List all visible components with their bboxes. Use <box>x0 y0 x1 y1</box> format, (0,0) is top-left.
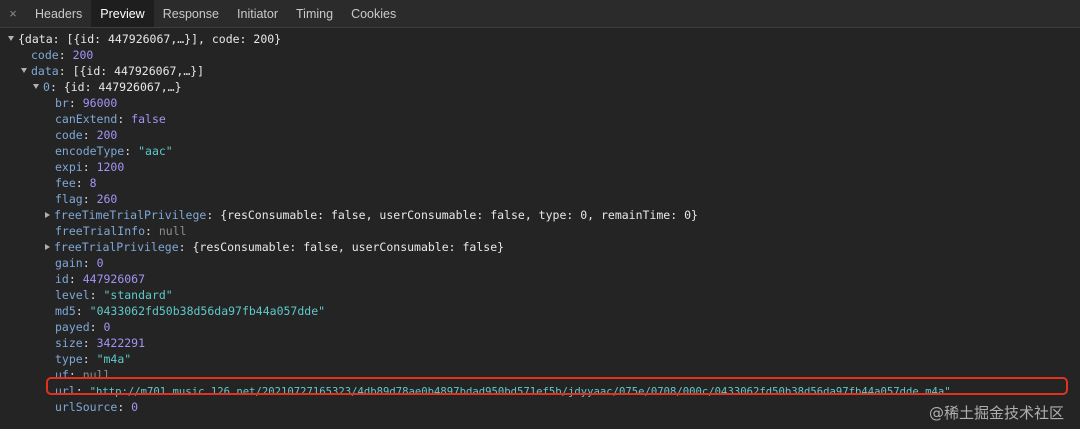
watermark: @稀土掘金技术社区 <box>928 404 1064 422</box>
summary-data: [{id: 447926067,…}] <box>72 64 205 78</box>
tree-row-freeTrialPrivilege[interactable]: freeTrialPrivilege: {resConsumable: fals… <box>0 239 1080 255</box>
tree-row-encodeType: encodeType: "aac" <box>55 144 173 158</box>
tree-row-id: id: 447926067 <box>55 272 146 286</box>
expand-arrow-icon[interactable] <box>8 36 14 41</box>
tree-row-md5: md5: "0433062fd50b38d56da97fb44a057dde" <box>55 304 326 318</box>
json-preview-tree: {data: [{id: 447926067,…}], code: 200} c… <box>0 31 1080 415</box>
tree-row-item-0[interactable]: 0: {id: 447926067,…} <box>0 79 1080 95</box>
tree-row-fee: fee: 8 <box>55 176 97 190</box>
tab-headers[interactable]: Headers <box>26 0 91 27</box>
tab-timing[interactable]: Timing <box>287 0 342 27</box>
root-summary: {data: [{id: 447926067,…}], code: 200} <box>18 32 282 46</box>
tree-row-br: br: 96000 <box>55 96 118 110</box>
tab-response[interactable]: Response <box>154 0 228 27</box>
devtools-tab-bar: × Headers Preview Response Initiator Tim… <box>0 0 1080 28</box>
tree-row-freeTimeTrialPrivilege[interactable]: freeTimeTrialPrivilege: {resConsumable: … <box>0 207 1080 223</box>
tree-row-expi: expi: 1200 <box>55 160 125 174</box>
tree-row-urlSource: urlSource: 0 <box>55 400 139 414</box>
tree-row-gain: gain: 0 <box>55 256 104 270</box>
tab-preview[interactable]: Preview <box>91 0 154 27</box>
tree-row-type: type: "m4a" <box>55 352 132 366</box>
close-icon[interactable]: × <box>0 0 26 27</box>
tree-row-code: code: 200 <box>31 48 94 62</box>
tree-row-level: level: "standard" <box>55 288 173 302</box>
tree-row-code-inner: code: 200 <box>55 128 118 142</box>
tab-initiator[interactable]: Initiator <box>228 0 287 27</box>
tab-cookies[interactable]: Cookies <box>342 0 405 27</box>
tree-row-freeTrialInfo: freeTrialInfo: null <box>55 224 187 238</box>
expand-arrow-icon[interactable] <box>45 243 50 250</box>
tree-root-row[interactable]: {data: [{id: 447926067,…}], code: 200} <box>0 31 1080 47</box>
tree-row-flag: flag: 260 <box>55 192 118 206</box>
tree-row-payed: payed: 0 <box>55 320 111 334</box>
expand-arrow-icon[interactable] <box>21 68 27 73</box>
tree-row-data[interactable]: data: [{id: 447926067,…}] <box>0 63 1080 79</box>
key-code: code <box>31 48 59 62</box>
key-data: data <box>31 64 59 78</box>
tree-row-size: size: 3422291 <box>55 336 146 350</box>
url-highlight-box <box>46 377 1068 395</box>
summary-item-0: {id: 447926067,…} <box>63 80 182 94</box>
key-item-0: 0 <box>43 80 50 94</box>
expand-arrow-icon[interactable] <box>33 84 39 89</box>
tree-row-canExtend: canExtend: false <box>55 112 166 126</box>
expand-arrow-icon[interactable] <box>45 211 50 218</box>
value-code: 200 <box>72 48 94 62</box>
